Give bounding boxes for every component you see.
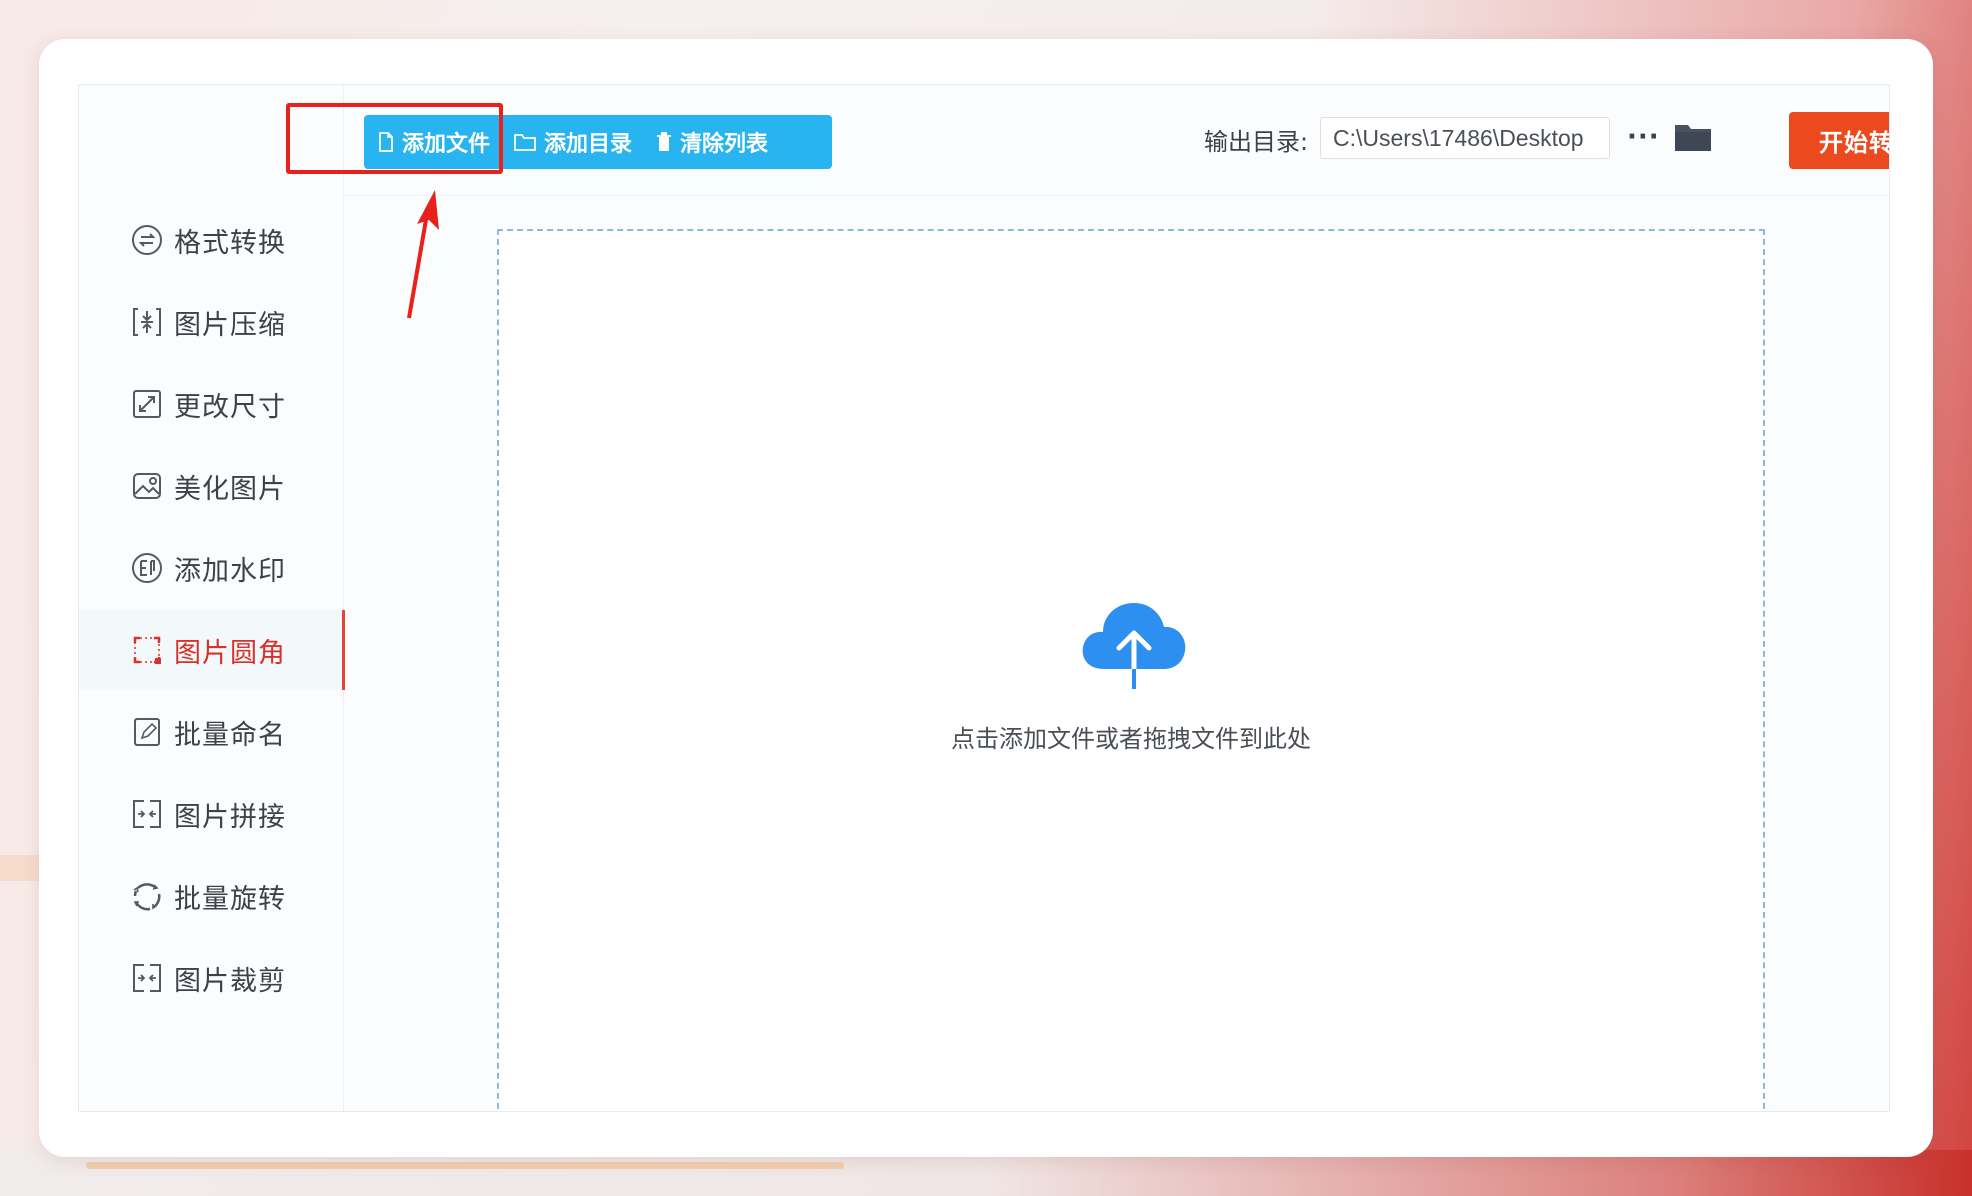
sidebar-item-label: 图片拼接	[174, 801, 286, 833]
sidebar-item-label: 批量旋转	[174, 883, 286, 915]
file-icon	[379, 132, 393, 152]
rotate-icon	[129, 878, 165, 914]
sidebar-item-stitch[interactable]: 图片拼接	[79, 774, 343, 854]
app-window: 格式转换 图片压缩 更改尺寸 美化图片 添加水印 图片圆角 批量命名 图片拼接 …	[78, 84, 1890, 1112]
annotation-arrow-icon	[407, 190, 439, 319]
sidebar-item-format-convert[interactable]: 格式转换	[79, 200, 343, 280]
start-convert-button[interactable]: 开始转换	[1789, 112, 1889, 169]
output-directory-field[interactable]: C:\Users\17486\Desktop	[1320, 117, 1610, 159]
folder-icon[interactable]	[1674, 121, 1712, 157]
rounded-corner-icon	[129, 632, 165, 668]
output-directory-label: 输出目录:	[1204, 128, 1309, 156]
sidebar-item-compress[interactable]: 图片压缩	[79, 282, 343, 362]
sidebar: 格式转换 图片压缩 更改尺寸 美化图片 添加水印 图片圆角 批量命名 图片拼接 …	[79, 85, 345, 1111]
file-button-group: 添加文件 添加目录 清除列表	[364, 115, 832, 169]
sidebar-item-label: 格式转换	[174, 227, 286, 259]
beautify-icon	[129, 468, 165, 504]
sidebar-item-label: 图片圆角	[174, 637, 286, 669]
add-folder-button[interactable]: 添加目录	[500, 115, 642, 169]
trash-icon	[657, 132, 672, 151]
compress-icon	[129, 304, 165, 340]
watermark-icon	[129, 550, 165, 586]
sidebar-item-label: 图片裁剪	[174, 965, 286, 997]
clear-list-label: 清除列表	[680, 132, 769, 157]
add-file-label: 添加文件	[402, 132, 491, 157]
cloud-upload-icon	[1079, 597, 1189, 697]
stitch-icon	[129, 796, 165, 832]
resize-icon	[129, 386, 165, 422]
sidebar-item-rounded-corner[interactable]: 图片圆角	[79, 610, 345, 690]
sidebar-item-watermark[interactable]: 添加水印	[79, 528, 343, 608]
sidebar-item-beautify[interactable]: 美化图片	[79, 446, 343, 526]
sidebar-item-label: 更改尺寸	[174, 391, 286, 423]
sidebar-item-crop[interactable]: 图片裁剪	[79, 938, 343, 1018]
sidebar-item-label: 批量命名	[174, 719, 286, 751]
toolbar: 添加文件 添加目录 清除列表 输出目录: C:\Users\17486\Desk…	[344, 85, 1889, 196]
sidebar-item-label: 图片压缩	[174, 309, 286, 341]
crop-icon	[129, 960, 165, 996]
add-file-button[interactable]: 添加文件	[364, 115, 500, 169]
add-folder-label: 添加目录	[544, 132, 633, 157]
drop-zone-hint: 点击添加文件或者拖拽文件到此处	[951, 725, 1311, 753]
folder-outline-icon	[514, 134, 536, 151]
sidebar-item-rotate[interactable]: 批量旋转	[79, 856, 343, 936]
rename-icon	[129, 714, 165, 750]
sidebar-item-label: 添加水印	[174, 555, 286, 587]
file-drop-zone[interactable]: 点击添加文件或者拖拽文件到此处	[497, 229, 1765, 1111]
sidebar-item-rename[interactable]: 批量命名	[79, 692, 343, 772]
more-options-button[interactable]: ···	[1627, 117, 1660, 157]
sidebar-item-resize[interactable]: 更改尺寸	[79, 364, 343, 444]
clear-list-button[interactable]: 清除列表	[642, 115, 778, 169]
format-convert-icon	[129, 222, 165, 258]
background-stripe-bottom	[86, 1162, 844, 1169]
sidebar-item-label: 美化图片	[174, 473, 286, 505]
